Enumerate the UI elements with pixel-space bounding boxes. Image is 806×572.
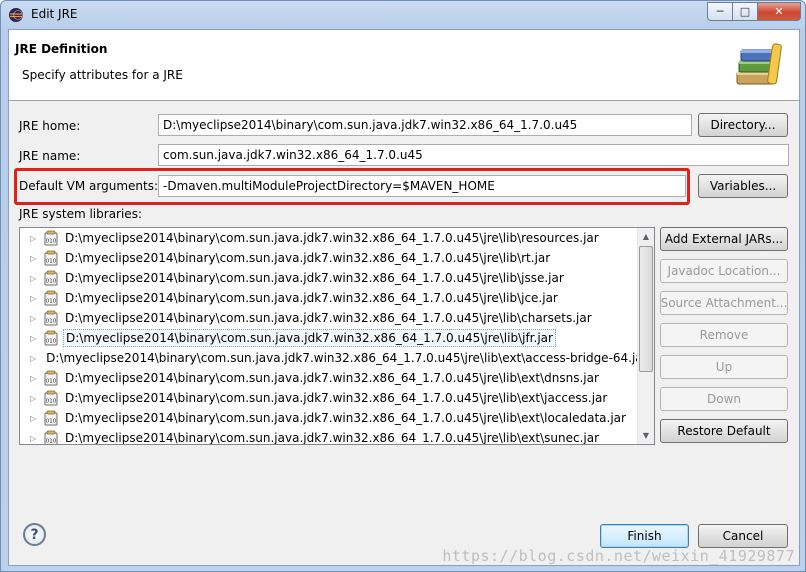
vm-arguments-input[interactable]: -Dmaven.multiModuleProjectDirectory=$MAV… <box>158 175 686 197</box>
svg-text:010: 010 <box>46 419 57 425</box>
svg-text:010: 010 <box>46 319 57 325</box>
jre-home-label: JRE home: <box>19 119 81 133</box>
add-external-jars-button[interactable]: Add External JARs... <box>660 227 788 251</box>
jar-file-icon: 010 <box>44 370 58 386</box>
library-path: D:\myeclipse2014\binary\com.sun.java.jdk… <box>65 411 626 425</box>
scroll-down-icon[interactable]: ▼ <box>638 427 654 444</box>
minimize-icon: ─ <box>716 5 724 18</box>
library-path: D:\myeclipse2014\binary\com.sun.java.jdk… <box>65 251 551 265</box>
library-path: D:\myeclipse2014\binary\com.sun.java.jdk… <box>65 291 558 305</box>
expand-arrow-icon[interactable]: ▷ <box>30 334 39 343</box>
library-row[interactable]: ▷ 010 D:\myeclipse2014\binary\com.sun.java… <box>20 368 640 388</box>
minimize-button[interactable]: ─ <box>707 2 733 21</box>
finish-button[interactable]: Finish <box>600 524 689 548</box>
eclipse-icon <box>9 8 23 22</box>
library-books-icon <box>736 43 782 85</box>
svg-text:010: 010 <box>46 439 57 445</box>
jar-file-icon: 010 <box>44 330 58 346</box>
library-row[interactable]: ▷ 010 D:\myeclipse2014\binary\com.sun.java… <box>20 248 640 268</box>
library-row[interactable]: ▷ 010 D:\myeclipse2014\binary\com.sun.java… <box>20 228 640 248</box>
jre-name-label: JRE name: <box>19 149 81 163</box>
library-path: D:\myeclipse2014\binary\com.sun.java.jdk… <box>65 231 599 245</box>
expand-arrow-icon[interactable]: ▷ <box>30 294 39 303</box>
library-row[interactable]: ▷ 010 D:\myeclipse2014\binary\com.sun.java… <box>20 388 640 408</box>
scrollbar-thumb[interactable] <box>639 246 653 372</box>
jar-file-icon: 010 <box>44 270 58 286</box>
library-path: D:\myeclipse2014\binary\com.sun.java.jdk… <box>65 371 599 385</box>
variables-button[interactable]: Variables... <box>698 174 788 198</box>
jar-file-icon: 010 <box>44 410 58 426</box>
expand-arrow-icon[interactable]: ▷ <box>30 354 36 363</box>
header-description: Specify attributes for a JRE <box>22 68 183 82</box>
svg-text:010: 010 <box>46 379 57 385</box>
library-row[interactable]: ▷ 010 D:\myeclipse2014\binary\com.sun.java… <box>20 428 640 445</box>
svg-text:010: 010 <box>46 279 57 285</box>
help-icon[interactable]: ? <box>23 523 46 546</box>
jar-file-icon: 010 <box>44 390 58 406</box>
expand-arrow-icon[interactable]: ▷ <box>30 234 39 243</box>
jar-file-icon: 010 <box>44 290 58 306</box>
maximize-icon: □ <box>739 5 751 18</box>
down-button[interactable]: Down <box>660 387 788 411</box>
restore-default-button[interactable]: Restore Default <box>660 419 788 443</box>
javadoc-location-button[interactable]: Javadoc Location... <box>660 259 788 283</box>
jre-home-input[interactable]: D:\myeclipse2014\binary\com.sun.java.jdk… <box>158 114 692 136</box>
close-button[interactable]: ✕ <box>757 2 801 21</box>
dialog-header: JRE Definition Specify attributes for a … <box>9 30 799 101</box>
window-title: Edit JRE <box>31 7 78 21</box>
cancel-button[interactable]: Cancel <box>698 524 788 548</box>
scroll-up-icon[interactable]: ▲ <box>638 228 654 245</box>
vertical-scrollbar[interactable]: ▲ ▼ <box>637 228 654 444</box>
svg-text:010: 010 <box>46 399 57 405</box>
dialog-client-area: JRE Definition Specify attributes for a … <box>8 29 800 566</box>
expand-arrow-icon[interactable]: ▷ <box>30 414 39 423</box>
library-row[interactable]: ▷ 010 D:\myeclipse2014\binary\com.sun.java… <box>20 328 640 348</box>
library-row[interactable]: ▷ 010 D:\myeclipse2014\binary\com.sun.java… <box>20 288 640 308</box>
svg-text:010: 010 <box>46 239 57 245</box>
library-path: D:\myeclipse2014\binary\com.sun.java.jdk… <box>65 391 608 405</box>
svg-text:010: 010 <box>46 339 57 345</box>
source-attachment-button[interactable]: Source Attachment... <box>660 291 788 315</box>
expand-arrow-icon[interactable]: ▷ <box>30 434 39 443</box>
expand-arrow-icon[interactable]: ▷ <box>30 394 39 403</box>
dialog-window: Edit JRE ─ □ ✕ JRE Definition Specify at… <box>0 0 806 572</box>
library-path: D:\myeclipse2014\binary\com.sun.java.jdk… <box>63 329 556 347</box>
jar-file-icon: 010 <box>44 230 58 246</box>
directory-button[interactable]: Directory... <box>698 113 788 137</box>
library-path: D:\myeclipse2014\binary\com.sun.java.jdk… <box>65 311 592 325</box>
jar-file-icon: 010 <box>44 250 58 266</box>
expand-arrow-icon[interactable]: ▷ <box>30 374 39 383</box>
library-row[interactable]: ▷ 010 D:\myeclipse2014\binary\com.sun.java… <box>20 308 640 328</box>
remove-button[interactable]: Remove <box>660 323 788 347</box>
jar-file-icon: 010 <box>44 430 58 445</box>
jar-file-icon: 010 <box>44 310 58 326</box>
expand-arrow-icon[interactable]: ▷ <box>30 274 39 283</box>
library-row[interactable]: ▷010D:\myeclipse2014\binary\com.sun.java… <box>20 348 648 368</box>
svg-text:010: 010 <box>46 259 57 265</box>
system-libraries-list[interactable]: ▷ 010 D:\myeclipse2014\binary\com.sun.java… <box>19 227 655 445</box>
header-title: JRE Definition <box>15 42 108 56</box>
expand-arrow-icon[interactable]: ▷ <box>30 314 39 323</box>
up-button[interactable]: Up <box>660 355 788 379</box>
expand-arrow-icon[interactable]: ▷ <box>30 254 39 263</box>
library-path: D:\myeclipse2014\binary\com.sun.java.jdk… <box>46 351 648 365</box>
library-path: D:\myeclipse2014\binary\com.sun.java.jdk… <box>65 271 564 285</box>
close-icon: ✕ <box>774 5 784 18</box>
jre-name-input[interactable]: com.sun.java.jdk7.win32.x86_64_1.7.0.u45 <box>158 144 789 166</box>
vm-arguments-label: Default VM arguments: <box>19 179 159 193</box>
system-libraries-label: JRE system libraries: <box>19 207 142 221</box>
library-row[interactable]: ▷ 010 D:\myeclipse2014\binary\com.sun.java… <box>20 408 640 428</box>
library-path: D:\myeclipse2014\binary\com.sun.java.jdk… <box>65 431 600 445</box>
svg-text:010: 010 <box>46 299 57 305</box>
maximize-button[interactable]: □ <box>732 2 758 21</box>
watermark-text: https://blog.csdn.net/weixin_41929877 <box>442 547 795 565</box>
title-bar: Edit JRE ─ □ ✕ <box>1 1 806 29</box>
library-row[interactable]: ▷ 010 D:\myeclipse2014\binary\com.sun.java… <box>20 268 640 288</box>
